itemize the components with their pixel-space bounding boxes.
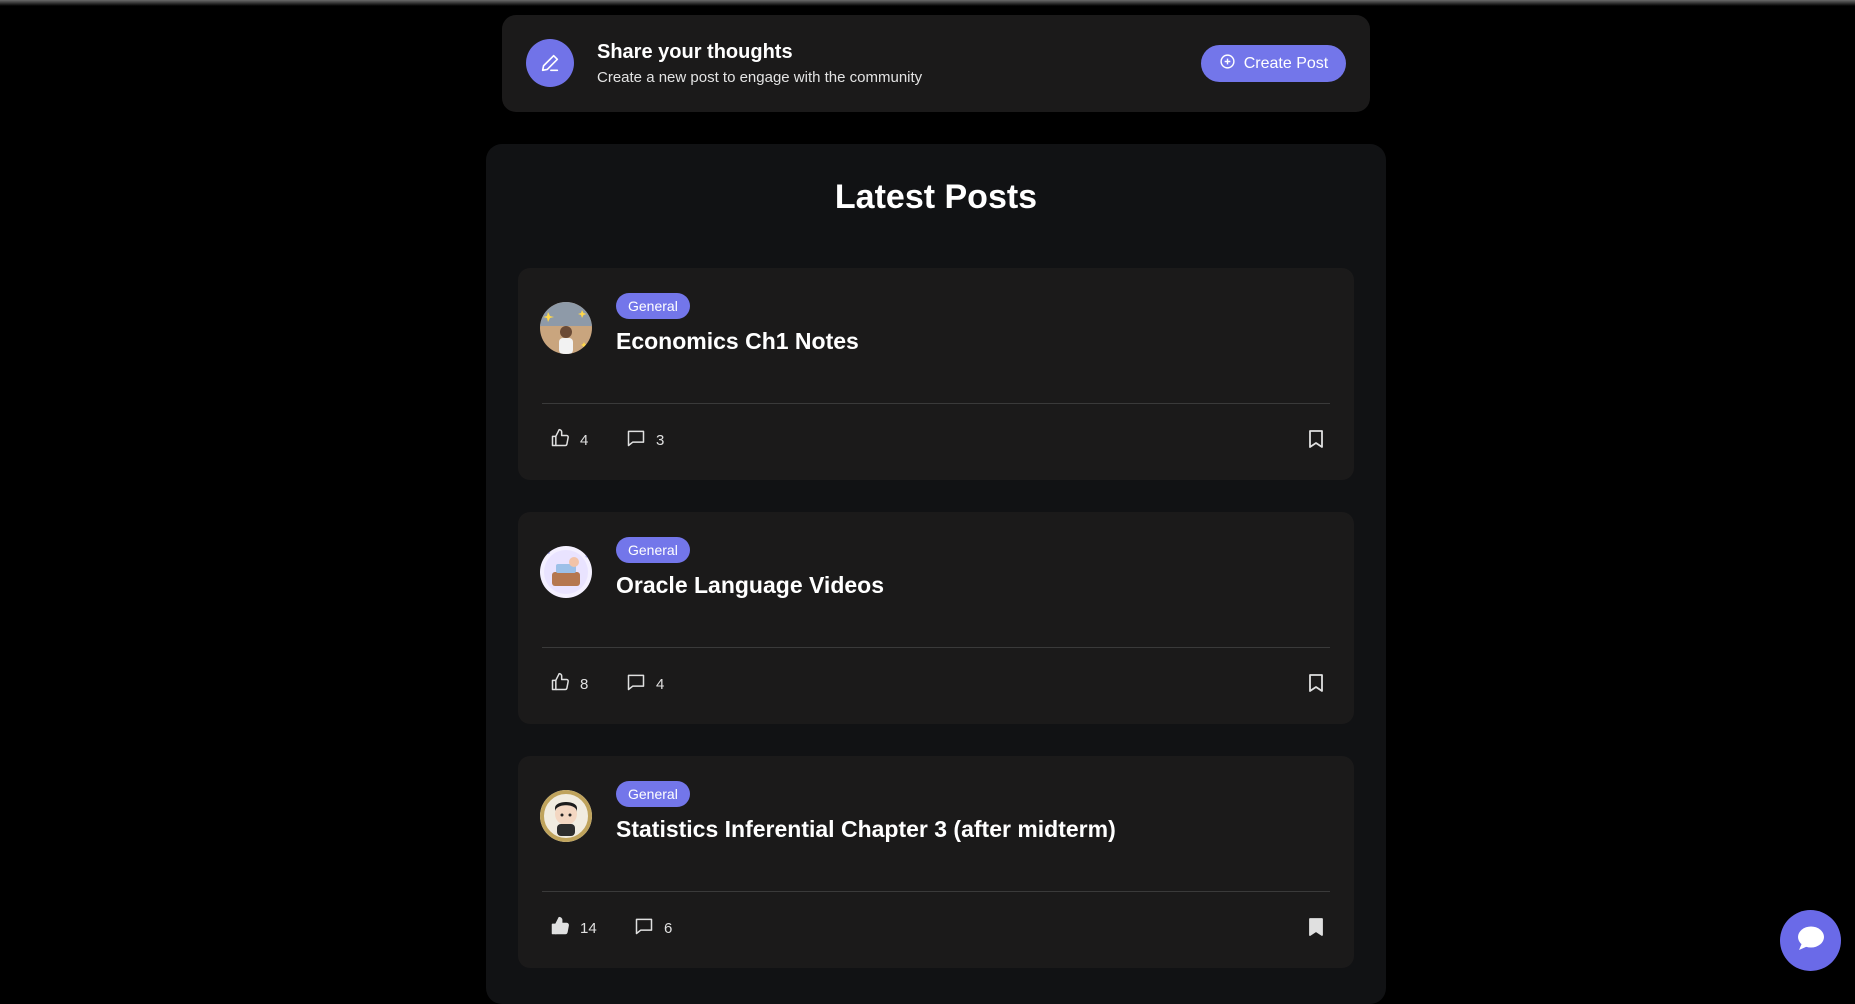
- latest-posts-panel: Latest Posts General Economics Ch1 Notes: [486, 144, 1386, 1004]
- category-badge[interactable]: General: [616, 537, 690, 563]
- post-title[interactable]: Statistics Inferential Chapter 3 (after …: [616, 816, 1116, 843]
- create-post-button[interactable]: Create Post: [1201, 45, 1346, 82]
- thumbs-up-icon: [550, 916, 570, 940]
- like-button[interactable]: 8: [550, 672, 588, 696]
- composer-subtitle: Create a new post to engage with the com…: [597, 69, 923, 86]
- avatar[interactable]: [540, 546, 592, 598]
- thumbs-up-icon: [550, 672, 570, 696]
- bookmark-icon[interactable]: [1306, 672, 1326, 694]
- like-count: 8: [580, 675, 589, 693]
- like-count: 14: [580, 919, 597, 937]
- create-post-card: Share your thoughts Create a new post to…: [502, 15, 1370, 112]
- divider: [542, 647, 1330, 648]
- comment-icon: [634, 916, 654, 940]
- avatar[interactable]: [540, 790, 592, 842]
- category-badge[interactable]: General: [616, 781, 690, 807]
- like-count: 4: [580, 431, 589, 449]
- post-card[interactable]: General Oracle Language Videos 8 4: [518, 512, 1354, 724]
- post-title[interactable]: Oracle Language Videos: [616, 572, 884, 599]
- composer-title: Share your thoughts: [597, 41, 793, 63]
- feed-title: Latest Posts: [834, 178, 1038, 216]
- post-title[interactable]: Economics Ch1 Notes: [616, 328, 859, 355]
- comment-button[interactable]: 3: [626, 428, 664, 452]
- comment-icon: [626, 672, 646, 696]
- post-card[interactable]: General Statistics Inferential Chapter 3…: [518, 756, 1354, 968]
- like-button[interactable]: 14: [550, 916, 597, 940]
- like-button[interactable]: 4: [550, 428, 588, 452]
- comment-button[interactable]: 4: [626, 672, 664, 696]
- create-post-label: Create Post: [1243, 54, 1329, 72]
- comment-count: 6: [664, 919, 673, 937]
- chat-icon: [1796, 924, 1826, 957]
- chat-button[interactable]: [1780, 910, 1841, 971]
- pen-icon: [526, 39, 574, 87]
- browser-top-edge: [0, 0, 1855, 6]
- category-badge[interactable]: General: [616, 293, 690, 319]
- comment-count: 3: [656, 431, 665, 449]
- bookmark-icon[interactable]: [1306, 428, 1326, 450]
- bookmark-icon[interactable]: [1306, 916, 1326, 938]
- comment-icon: [626, 428, 646, 452]
- plus-circle-icon: [1219, 53, 1236, 75]
- thumbs-up-icon: [550, 428, 570, 452]
- comment-button[interactable]: 6: [634, 916, 672, 940]
- post-card[interactable]: General Economics Ch1 Notes 4 3: [518, 268, 1354, 480]
- divider: [542, 891, 1330, 892]
- comment-count: 4: [656, 675, 665, 693]
- divider: [542, 403, 1330, 404]
- avatar[interactable]: [540, 302, 592, 354]
